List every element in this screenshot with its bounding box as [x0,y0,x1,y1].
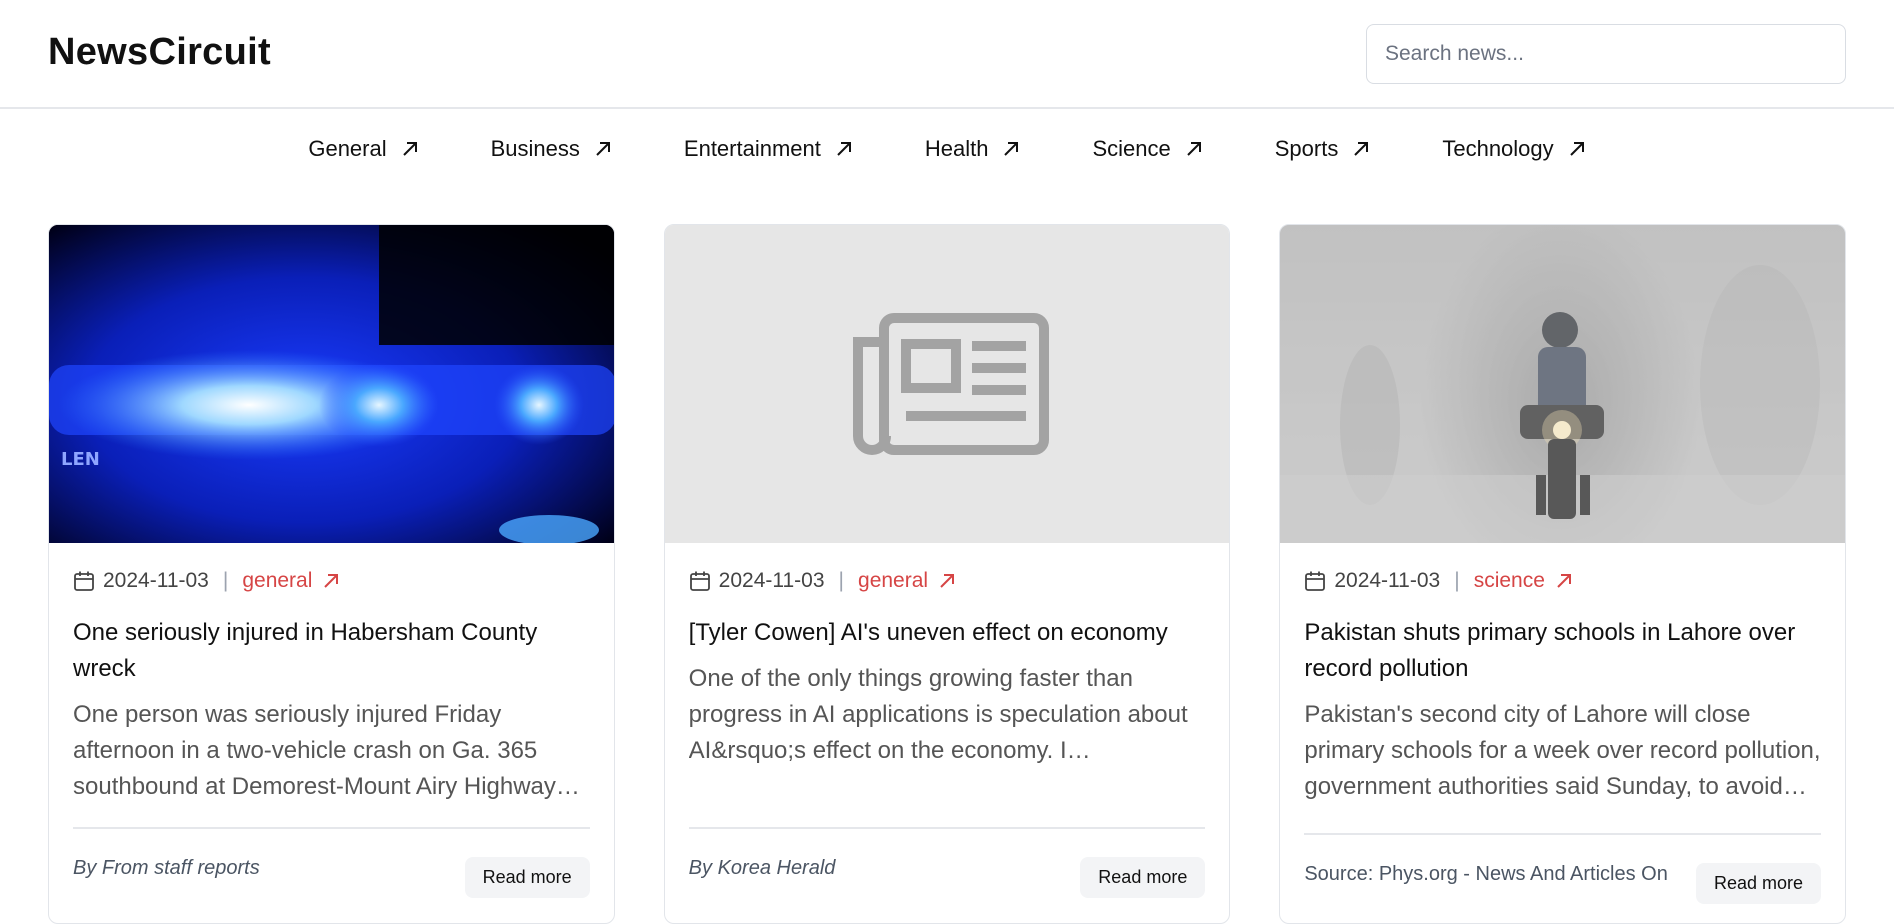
article-image-placeholder[interactable] [664,225,1230,543]
article-card[interactable]: 2024-11-03 | general [Tyler Cowen] AI's … [663,224,1231,924]
article-grid: LEN 2024-11-03 | general One seriously i… [48,224,1847,924]
category-nav: General Business Entertainment Health Sc… [0,109,1894,189]
card-divider [73,827,590,829]
nav-item-label: Science [1092,136,1171,161]
card-divider [688,827,1206,829]
article-date: 2024-11-03 [103,569,209,592]
card-footer: Source: Phys.org - News And Articles On … [1304,863,1822,904]
calendar-icon [1305,571,1326,591]
article-card[interactable]: LEN 2024-11-03 | general One seriously i… [48,224,615,924]
meta-separator: | [1454,569,1460,592]
article-meta: 2024-11-03 | general [689,569,1206,593]
arrow-up-right-icon [402,142,417,156]
article-title[interactable]: Pakistan shuts primary schools in Lahore… [1304,615,1821,687]
arrow-up-right-icon [1354,142,1369,156]
police-light-image: LEN [49,225,614,543]
article-image[interactable] [1280,225,1846,543]
site-logo[interactable]: NewsCircuit [48,31,271,74]
calendar-icon [689,571,710,591]
smog-motorcycle-image [1280,225,1846,543]
article-category-link[interactable]: general [242,569,340,593]
site-header: NewsCircuit [0,0,1894,109]
nav-item-entertainment[interactable]: Entertainment [684,136,853,162]
article-meta: 2024-11-03 | general [73,569,590,593]
nav-item-sports[interactable]: Sports [1275,136,1371,162]
article-category-link[interactable]: general [858,569,956,593]
arrow-up-right-icon [324,574,339,588]
arrow-up-right-icon [1557,574,1571,588]
nav-item-label: Health [924,136,989,161]
arrow-up-right-icon [596,142,610,156]
nav-item-science[interactable]: Science [1092,136,1202,162]
nav-item-business[interactable]: Business [491,136,612,162]
arrow-up-right-icon [837,142,851,156]
nav-item-label: General [308,136,387,161]
nav-item-label: Business [490,136,580,161]
article-card[interactable]: 2024-11-03 | science Pakistan shuts prim… [1279,224,1847,924]
article-author: By From staff reports [73,857,260,879]
article-source: Source: Phys.org - News And Articles On [1304,863,1668,885]
arrow-up-right-icon [940,574,955,588]
article-date: 2024-11-03 [718,569,825,592]
meta-separator: | [222,569,229,592]
article-category: general [858,569,929,592]
article-image[interactable]: LEN [49,225,614,543]
meta-separator: | [838,569,845,592]
search-input[interactable] [1366,24,1846,84]
read-more-button[interactable]: Read more [1695,863,1822,904]
arrow-up-right-icon [1187,142,1201,156]
article-description: Pakistan's second city of Lahore will cl… [1304,701,1821,800]
nav-item-label: Sports [1274,136,1339,161]
article-description: One of the only things growing faster th… [688,665,1188,764]
nav-item-label: Technology [1442,136,1554,161]
nav-item-label: Entertainment [683,136,821,161]
article-title[interactable]: One seriously injured in Habersham Count… [73,615,590,687]
newspaper-icon [853,313,1049,455]
article-title[interactable]: [Tyler Cowen] AI's uneven effect on econ… [689,615,1206,651]
nav-item-general[interactable]: General [308,136,418,162]
article-date: 2024-11-03 [1334,569,1441,592]
nav-item-health[interactable]: Health [925,136,1021,162]
arrow-up-right-icon [1004,142,1019,156]
article-category: science [1473,569,1545,592]
article-category-link[interactable]: science [1474,569,1573,593]
article-meta: 2024-11-03 | science [1304,569,1821,593]
calendar-icon [74,571,94,591]
arrow-up-right-icon [1569,142,1584,156]
article-author: By Korea Herald [688,857,836,879]
card-divider [1304,833,1822,835]
article-description: One person was seriously injured Friday … [73,701,556,800]
nav-item-technology[interactable]: Technology [1442,136,1585,162]
article-category: general [242,569,313,592]
svg-text:LEN: LEN [61,449,100,470]
